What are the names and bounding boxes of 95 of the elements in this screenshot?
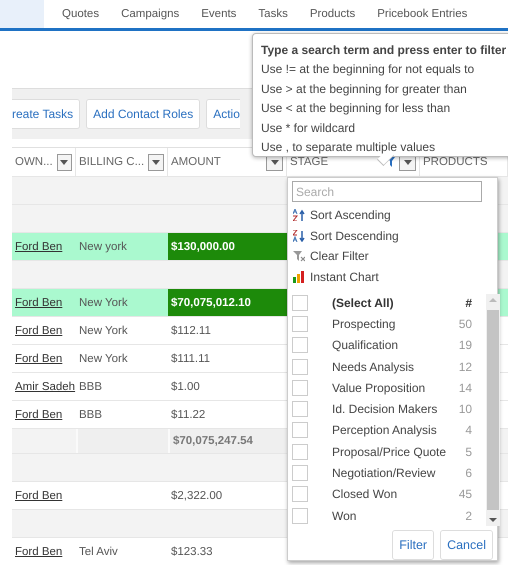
column-header: BILLING C... bbox=[79, 156, 144, 168]
subtotal-amount: $70,075,247.54 bbox=[168, 429, 287, 453]
count-heading: # bbox=[464, 296, 474, 310]
value-count: 45 bbox=[458, 487, 474, 502]
owner-link[interactable]: Ford Ben bbox=[15, 240, 62, 252]
tooltip-line: Use , to separate multiple values bbox=[261, 139, 436, 156]
tab-highlight bbox=[0, 0, 44, 28]
nav-tab[interactable]: Products bbox=[310, 8, 356, 28]
value-count: 4 bbox=[464, 423, 474, 438]
tooltip-line: Use > at the beginning for greater than bbox=[261, 80, 468, 98]
amount-cell: $130,000.00 bbox=[168, 233, 287, 260]
menu-item[interactable]: Clear Filter bbox=[292, 246, 493, 266]
table-cell: $11.22 bbox=[171, 408, 206, 420]
value-label[interactable]: Closed Won bbox=[332, 487, 446, 502]
menu-item[interactable]: Sort Ascending bbox=[292, 205, 493, 226]
owner-link[interactable]: Ford Ben bbox=[15, 408, 62, 420]
checkbox[interactable] bbox=[292, 486, 308, 502]
bar-chart-icon bbox=[293, 270, 305, 283]
table-cell: $1.00 bbox=[171, 380, 200, 392]
owner-link[interactable]: Ford Ben bbox=[15, 296, 62, 308]
column-header: AMOUNT bbox=[171, 156, 222, 168]
menu-item[interactable]: Instant Chart bbox=[292, 266, 493, 287]
nav-tab[interactable]: Tasks bbox=[258, 8, 288, 28]
value-label[interactable]: (Select All) bbox=[332, 296, 446, 310]
owner-link[interactable]: Ford Ben bbox=[15, 490, 62, 502]
owner-link[interactable]: Amir Sadeh bbox=[15, 380, 76, 392]
search-field[interactable]: Search bbox=[292, 181, 482, 202]
sort-ascending-icon bbox=[293, 209, 305, 222]
nav-tab[interactable]: Campaigns bbox=[121, 8, 180, 28]
value-count: 2 bbox=[464, 508, 474, 523]
value-count: 12 bbox=[458, 360, 474, 374]
value-label[interactable]: Won bbox=[332, 508, 446, 523]
value-label[interactable]: Needs Analysis bbox=[332, 360, 446, 374]
table-cell: BBB bbox=[79, 380, 102, 392]
table-cell: BBB bbox=[79, 408, 102, 420]
owner-link[interactable]: Ford Ben bbox=[15, 352, 62, 364]
column-header: OWN... bbox=[15, 156, 53, 168]
owner-link[interactable]: Ford Ben bbox=[15, 546, 62, 558]
checkbox[interactable] bbox=[292, 294, 308, 311]
value-label[interactable]: Perception Analysis bbox=[332, 423, 446, 438]
table-cell: New york bbox=[79, 240, 127, 252]
toolbar-button[interactable]: reate Tasks bbox=[12, 99, 80, 129]
tooltip-line: Use != at the beginning for not equals to bbox=[261, 61, 476, 78]
value-label[interactable]: Prospecting bbox=[332, 316, 446, 331]
toolbar-button[interactable]: Actio bbox=[206, 99, 240, 129]
sort-descending-icon bbox=[293, 230, 305, 242]
table-cell: $112.11 bbox=[171, 324, 211, 336]
caret-icon bbox=[60, 160, 68, 164]
value-count: 10 bbox=[458, 402, 474, 416]
caret-icon bbox=[152, 160, 160, 164]
value-count: 5 bbox=[464, 444, 474, 459]
tooltip-line: Use < at the beginning for less than bbox=[261, 100, 452, 117]
value-count: 14 bbox=[458, 380, 474, 395]
checkbox[interactable] bbox=[292, 316, 308, 332]
table-cell: $123.33 bbox=[171, 546, 213, 558]
column-header: STAGE bbox=[290, 156, 330, 168]
value-label[interactable]: Proposal/Price Quote bbox=[332, 444, 446, 459]
value-label[interactable]: Negotiation/Review bbox=[332, 466, 446, 480]
table-cell: New York bbox=[79, 324, 128, 336]
value-label[interactable]: Id. Decision Makers bbox=[332, 402, 446, 416]
owner-link[interactable]: Ford Ben bbox=[15, 324, 62, 336]
table-cell: $2,322.00 bbox=[171, 490, 222, 502]
nav-tab[interactable]: Events bbox=[201, 8, 236, 28]
column-header: PRODUCTS bbox=[423, 156, 489, 168]
checkbox[interactable] bbox=[292, 508, 308, 524]
checkbox[interactable] bbox=[292, 358, 308, 375]
menu-button[interactable]: Cancel bbox=[440, 530, 493, 560]
value-count: 50 bbox=[458, 316, 474, 331]
value-count: 19 bbox=[458, 338, 474, 352]
table-cell: New York bbox=[79, 352, 128, 364]
tooltip-line: Use * for wildcard bbox=[261, 120, 356, 136]
checkbox[interactable] bbox=[292, 380, 308, 396]
nav-tab[interactable]: Pricebook Entries bbox=[377, 8, 468, 28]
caret-icon bbox=[404, 160, 412, 164]
clear-filter-icon bbox=[293, 250, 305, 262]
nav-tab[interactable]: Quotes bbox=[62, 8, 100, 28]
value-count: 6 bbox=[464, 466, 474, 480]
caret-icon bbox=[270, 160, 278, 164]
checkbox[interactable] bbox=[292, 444, 308, 460]
table-cell: New York bbox=[79, 296, 128, 308]
checkbox[interactable] bbox=[292, 337, 308, 354]
value-label[interactable]: Qualification bbox=[332, 338, 446, 352]
checkbox[interactable] bbox=[292, 465, 308, 482]
toolbar-button[interactable]: Add Contact Roles bbox=[86, 99, 200, 129]
table-cell: $111.11 bbox=[171, 352, 210, 364]
checkbox[interactable] bbox=[292, 401, 308, 418]
tooltip-title: Type a search term and press enter to filter bbox=[261, 42, 508, 59]
menu-button[interactable]: Filter bbox=[392, 530, 434, 560]
dropdown-button[interactable] bbox=[148, 154, 164, 170]
value-label[interactable]: Value Proposition bbox=[332, 380, 446, 395]
dropdown-button[interactable] bbox=[56, 154, 72, 170]
amount-cell: $70,075,012.10 bbox=[168, 289, 287, 316]
menu-item[interactable]: Sort Descending bbox=[292, 226, 493, 246]
table-cell: Tel Aviv bbox=[79, 546, 118, 558]
checkbox[interactable] bbox=[292, 422, 308, 438]
